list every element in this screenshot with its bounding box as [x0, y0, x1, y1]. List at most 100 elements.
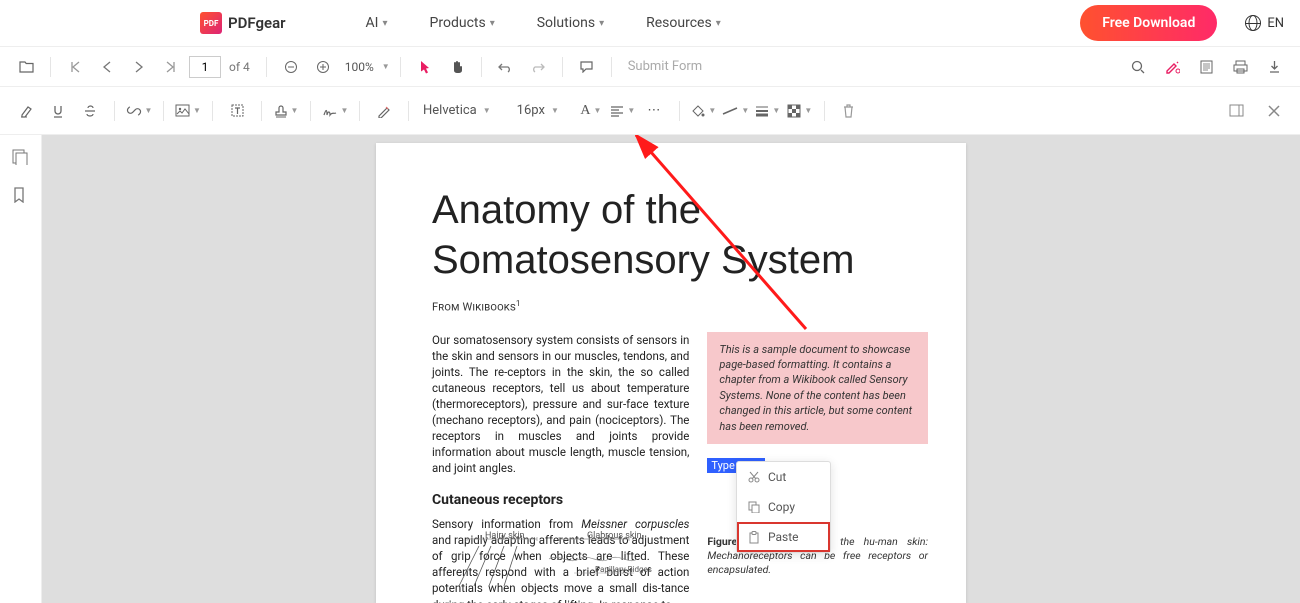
- font-size-label: 16px: [517, 103, 545, 118]
- zoom-in-icon[interactable]: [309, 53, 337, 81]
- chevron-down-icon: ▾: [490, 18, 495, 29]
- close-icon[interactable]: [1260, 97, 1288, 125]
- context-copy[interactable]: Copy: [737, 492, 830, 522]
- edit-mode-icon[interactable]: [1158, 53, 1186, 81]
- separator: [481, 57, 482, 77]
- page-number-input[interactable]: [189, 56, 221, 78]
- more-text-icon[interactable]: ⋯: [641, 97, 669, 125]
- brand-logo-icon: [200, 12, 222, 34]
- chevron-down-icon: ▼: [708, 106, 716, 115]
- single-page-icon[interactable]: [1192, 53, 1220, 81]
- nav-ai[interactable]: AI▾: [366, 15, 388, 31]
- brand[interactable]: PDFgear: [200, 12, 286, 34]
- signature-icon[interactable]: ▼: [321, 97, 349, 125]
- doc-subtitle: From Wikibooks1: [432, 299, 928, 314]
- language-selector[interactable]: EN: [1245, 15, 1284, 31]
- diagram-lines-icon: [449, 531, 699, 591]
- toolbar-right: [1124, 53, 1288, 81]
- last-page-icon[interactable]: [157, 53, 185, 81]
- text-box-icon[interactable]: [223, 97, 251, 125]
- doc-subtitle-sup: 1: [516, 299, 521, 308]
- chevron-down-icon: ▾: [383, 18, 388, 29]
- prev-page-icon[interactable]: [93, 53, 121, 81]
- top-navbar: PDFgear AI▾ Products ▾ Solutions ▾ Resourc…: [0, 0, 1300, 47]
- submit-form-label[interactable]: Submit Form: [628, 59, 703, 74]
- hand-tool-icon[interactable]: [443, 53, 471, 81]
- pdf-page: Anatomy of the Somatosensory System From…: [376, 143, 966, 603]
- line-weight-icon[interactable]: ▼: [754, 97, 782, 125]
- chevron-down-icon: ▼: [291, 106, 299, 115]
- image-icon[interactable]: ▼: [174, 97, 202, 125]
- copy-icon: [747, 501, 760, 514]
- chevron-down-icon: ▼: [593, 106, 601, 115]
- free-download-button[interactable]: Free Download: [1080, 5, 1217, 41]
- font-size-select[interactable]: 16px ▼: [513, 103, 563, 118]
- separator: [163, 101, 164, 121]
- align-icon[interactable]: ▼: [609, 97, 637, 125]
- document-canvas[interactable]: Anatomy of the Somatosensory System From…: [42, 135, 1300, 603]
- chevron-down-icon: ▼: [804, 106, 812, 115]
- separator: [212, 101, 213, 121]
- chevron-down-icon: ▾: [599, 18, 604, 29]
- link-icon[interactable]: ▼: [125, 97, 153, 125]
- nav-resources[interactable]: Resources▾: [646, 15, 721, 31]
- format-toolbar-right: [1222, 97, 1288, 125]
- zoom-out-icon[interactable]: [277, 53, 305, 81]
- fill-color-icon[interactable]: ▼: [690, 97, 718, 125]
- nav-solutions[interactable]: Solutions ▾: [537, 15, 604, 31]
- strikethrough-icon[interactable]: [76, 97, 104, 125]
- context-paste[interactable]: Paste: [737, 522, 830, 552]
- separator: [50, 57, 51, 77]
- font-family-select[interactable]: Helvetica▼: [419, 103, 495, 118]
- chevron-down-icon: ▼: [145, 106, 153, 115]
- nav-products[interactable]: Products ▾: [430, 15, 495, 31]
- chevron-down-icon: ▼: [341, 106, 349, 115]
- download-icon[interactable]: [1260, 53, 1288, 81]
- context-cut-label: Cut: [768, 470, 786, 484]
- opacity-icon[interactable]: ▼: [786, 97, 814, 125]
- select-tool-icon[interactable]: [411, 53, 439, 81]
- bookmark-icon[interactable]: [12, 187, 30, 205]
- chevron-down-icon: ▼: [382, 62, 390, 71]
- nav-resources-label: Resources: [646, 15, 712, 31]
- redo-icon[interactable]: [524, 53, 552, 81]
- paragraph-1: Our somatosensory system consists of sen…: [432, 332, 689, 477]
- format-toolbar: ▼ ▼ ▼ ▼ Helvetica▼ 16px▼ A▼ ▼ ⋯ ▼ ▼ ▼ ▼: [0, 87, 1300, 135]
- comment-icon[interactable]: [573, 53, 601, 81]
- paste-icon: [747, 531, 760, 544]
- context-menu: Cut Copy Paste: [736, 461, 831, 553]
- nav-products-label: Products: [430, 15, 486, 31]
- page-total-label: of 4: [229, 60, 250, 74]
- panel-toggle-icon[interactable]: [1222, 97, 1250, 125]
- font-family-label: Helvetica: [423, 103, 477, 118]
- line-style-icon[interactable]: ▼: [722, 97, 750, 125]
- globe-icon: [1245, 15, 1261, 31]
- first-page-icon[interactable]: [61, 53, 89, 81]
- separator: [408, 101, 409, 121]
- open-file-icon[interactable]: [12, 53, 40, 81]
- underline-icon[interactable]: [44, 97, 72, 125]
- font-color-icon[interactable]: A▼: [577, 97, 605, 125]
- context-cut[interactable]: Cut: [737, 462, 830, 492]
- zoom-level[interactable]: 100%: [341, 60, 378, 74]
- search-icon[interactable]: [1124, 53, 1152, 81]
- pencil-icon[interactable]: [370, 97, 398, 125]
- separator: [261, 101, 262, 121]
- cut-icon: [747, 471, 760, 484]
- print-icon[interactable]: [1226, 53, 1254, 81]
- stamp-icon[interactable]: ▼: [272, 97, 300, 125]
- context-copy-label: Copy: [768, 500, 795, 514]
- sidebar: [0, 135, 42, 603]
- separator: [400, 57, 401, 77]
- workspace: Anatomy of the Somatosensory System From…: [0, 135, 1300, 603]
- highlight-icon[interactable]: [12, 97, 40, 125]
- delete-icon[interactable]: [835, 97, 863, 125]
- separator: [359, 101, 360, 121]
- nav-solutions-label: Solutions: [537, 15, 595, 31]
- next-page-icon[interactable]: [125, 53, 153, 81]
- separator: [310, 101, 311, 121]
- thumbnails-icon[interactable]: [12, 149, 30, 167]
- chevron-down-icon: ▼: [551, 106, 559, 115]
- undo-icon[interactable]: [492, 53, 520, 81]
- language-code: EN: [1267, 16, 1284, 31]
